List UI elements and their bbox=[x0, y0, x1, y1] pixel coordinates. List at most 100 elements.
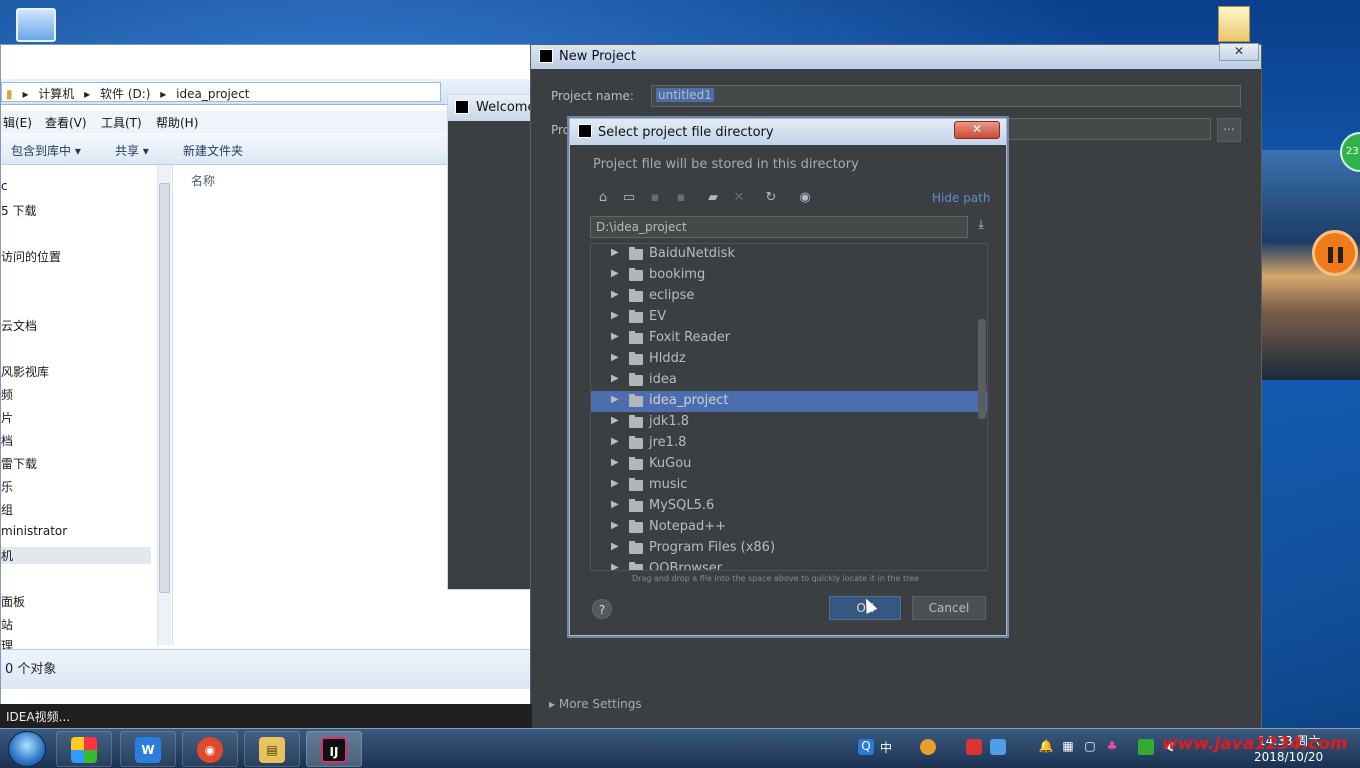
expand-arrow-icon[interactable]: ▶ bbox=[611, 268, 619, 279]
nav-item[interactable]: 片 bbox=[1, 409, 13, 426]
breadcrumb-computer[interactable]: 计算机 bbox=[38, 87, 74, 101]
expand-arrow-icon[interactable]: ▶ bbox=[611, 415, 619, 426]
tree-item[interactable]: ▶ jdk1.8 bbox=[591, 412, 987, 433]
taskbar-app-chrome[interactable]: ◉ bbox=[182, 731, 238, 767]
tree-item[interactable]: ▶ music bbox=[591, 475, 987, 496]
expand-arrow-icon[interactable]: ▶ bbox=[611, 247, 619, 258]
tree-item[interactable]: ▶ idea bbox=[591, 370, 987, 391]
tree-item[interactable]: ▶ Notepad++ bbox=[591, 517, 987, 538]
tree-item[interactable]: ▶ bookimg bbox=[591, 265, 987, 286]
device-icon[interactable]: ▢ bbox=[1082, 739, 1098, 755]
notification-icon[interactable]: 🔔 bbox=[1038, 739, 1054, 755]
tree-item[interactable]: ▶ eclipse bbox=[591, 286, 987, 307]
menu-view[interactable]: 查看(V) bbox=[45, 114, 87, 131]
nav-item[interactable]: c bbox=[1, 179, 8, 193]
recorder-pause-button[interactable] bbox=[1312, 230, 1358, 276]
nav-item[interactable]: 频 bbox=[1, 386, 13, 403]
path-input[interactable]: D:\idea_project bbox=[590, 216, 968, 238]
taskbar-app-idea[interactable]: IJ bbox=[306, 731, 362, 767]
menu-edit[interactable]: 辑(E) bbox=[3, 114, 32, 131]
tree-item[interactable]: ▶ Hlddz bbox=[591, 349, 987, 370]
nav-item[interactable]: 风影视库 bbox=[1, 363, 49, 380]
show-hidden-icon[interactable]: ◉ bbox=[796, 189, 814, 207]
expand-arrow-icon[interactable]: ▶ bbox=[611, 562, 619, 570]
address-field[interactable]: ▮ ▸ 计算机 ▸ 软件 (D:) ▸ idea_project bbox=[1, 82, 441, 102]
ime-mode[interactable]: 中 bbox=[878, 739, 894, 755]
expand-arrow-icon[interactable]: ▶ bbox=[611, 541, 619, 552]
network-icon[interactable]: ▦ bbox=[1060, 739, 1076, 755]
chrome-tray-icon[interactable] bbox=[920, 739, 936, 755]
directory-tree[interactable]: ▶ BaiduNetdisk ▶ bookimg ▶ eclipse ▶ EV ▶ Fox… bbox=[590, 243, 988, 571]
nav-item[interactable]: 站 bbox=[1, 616, 13, 633]
taskbar-app-explorer[interactable]: ▤ bbox=[244, 731, 300, 767]
expand-arrow-icon[interactable]: ▶ bbox=[611, 478, 619, 489]
cloud-icon[interactable] bbox=[990, 739, 1006, 755]
expand-arrow-icon[interactable]: ▶ bbox=[611, 457, 619, 468]
menu-help[interactable]: 帮助(H) bbox=[156, 114, 198, 131]
tree-item[interactable]: ▶ KuGou bbox=[591, 454, 987, 475]
project-location-input[interactable] bbox=[1003, 118, 1211, 140]
home-icon[interactable]: ⌂ bbox=[594, 189, 612, 207]
nav-item[interactable]: 乐 bbox=[1, 478, 13, 495]
column-header-name[interactable]: 名称 bbox=[191, 172, 215, 189]
app-tray-icon[interactable]: ♣ bbox=[1104, 739, 1120, 755]
desktop-icon[interactable]: ▭ bbox=[620, 189, 638, 207]
close-button[interactable]: ✕ bbox=[954, 121, 1000, 139]
nav-item[interactable]: 档 bbox=[1, 432, 13, 449]
close-button[interactable]: ✕ bbox=[1219, 43, 1259, 61]
cancel-button[interactable]: Cancel bbox=[912, 596, 986, 620]
antivirus-icon[interactable] bbox=[966, 739, 982, 755]
breadcrumb-folder[interactable]: idea_project bbox=[176, 87, 249, 101]
welcome-titlebar[interactable]: Welcome bbox=[448, 95, 536, 121]
expand-arrow-icon[interactable]: ▶ bbox=[611, 394, 619, 405]
tree-item[interactable]: ▶ Foxit Reader bbox=[591, 328, 987, 349]
expand-arrow-icon[interactable]: ▶ bbox=[611, 520, 619, 531]
expand-arrow-icon[interactable]: ▶ bbox=[611, 373, 619, 384]
nav-item[interactable]: 访问的位置 bbox=[1, 248, 61, 265]
taskbar-app-wps[interactable]: W bbox=[120, 731, 176, 767]
nav-item[interactable]: 云文档 bbox=[1, 317, 37, 334]
browse-button[interactable]: ... bbox=[1217, 118, 1241, 142]
nvidia-icon[interactable] bbox=[1138, 739, 1154, 755]
nav-item[interactable]: 雷下载 bbox=[1, 455, 37, 472]
new-folder-button[interactable]: 新建文件夹 bbox=[183, 142, 243, 159]
nav-item[interactable]: 面板 bbox=[1, 593, 25, 610]
expand-arrow-icon[interactable]: ▶ bbox=[611, 436, 619, 447]
nav-item-computer[interactable]: 机 bbox=[1, 547, 151, 564]
share-button[interactable]: 共享 ▾ bbox=[115, 142, 149, 159]
ime-q-icon[interactable]: Q bbox=[858, 739, 874, 755]
tree-item-selected[interactable]: ▶ idea_project bbox=[591, 391, 987, 412]
refresh-icon[interactable]: ↻ bbox=[762, 189, 780, 207]
computer-desktop-icon[interactable] bbox=[16, 8, 56, 42]
expand-arrow-icon[interactable]: ▶ bbox=[611, 331, 619, 342]
start-button[interactable] bbox=[8, 731, 46, 767]
tree-scrollbar-thumb[interactable] bbox=[978, 319, 986, 419]
expand-arrow-icon[interactable]: ▶ bbox=[611, 352, 619, 363]
new-project-titlebar[interactable]: New Project bbox=[531, 45, 1261, 69]
tree-item[interactable]: ▶ jre1.8 bbox=[591, 433, 987, 454]
tree-item[interactable]: ▶ BaiduNetdisk bbox=[591, 244, 987, 265]
nav-item[interactable]: ministrator bbox=[1, 524, 67, 538]
module-icon[interactable]: ▪ bbox=[672, 189, 690, 207]
nav-item[interactable]: 5 下载 bbox=[1, 202, 36, 219]
nav-item[interactable]: 组 bbox=[1, 501, 13, 518]
tree-item[interactable]: ▶ EV bbox=[591, 307, 987, 328]
project-name-input[interactable]: untitled1 bbox=[651, 85, 1241, 107]
delete-icon[interactable]: ✕ bbox=[730, 189, 748, 207]
tree-item[interactable]: ▶ Program Files (x86) bbox=[591, 538, 987, 559]
expand-arrow-icon[interactable]: ▶ bbox=[611, 310, 619, 321]
hide-path-link[interactable]: Hide path bbox=[932, 191, 990, 205]
select-dir-titlebar[interactable]: Select project file directory bbox=[570, 119, 1006, 145]
tree-item[interactable]: ▶ QQBrowser bbox=[591, 559, 987, 570]
taskbar-app-colorful[interactable] bbox=[56, 731, 112, 767]
help-button[interactable]: ? bbox=[592, 599, 612, 619]
more-settings-toggle[interactable]: ▸ More Settings bbox=[549, 697, 642, 711]
expand-arrow-icon[interactable]: ▶ bbox=[611, 289, 619, 300]
expand-arrow-icon[interactable]: ▶ bbox=[611, 499, 619, 510]
breadcrumb-drive[interactable]: 软件 (D:) bbox=[100, 87, 150, 101]
download-icon[interactable]: ⤓ bbox=[972, 217, 990, 237]
menu-tools[interactable]: 工具(T) bbox=[101, 114, 142, 131]
new-folder-icon[interactable]: ▰ bbox=[704, 189, 722, 207]
include-in-library-button[interactable]: 包含到库中 ▾ bbox=[11, 142, 81, 159]
tree-item[interactable]: ▶ MySQL5.6 bbox=[591, 496, 987, 517]
